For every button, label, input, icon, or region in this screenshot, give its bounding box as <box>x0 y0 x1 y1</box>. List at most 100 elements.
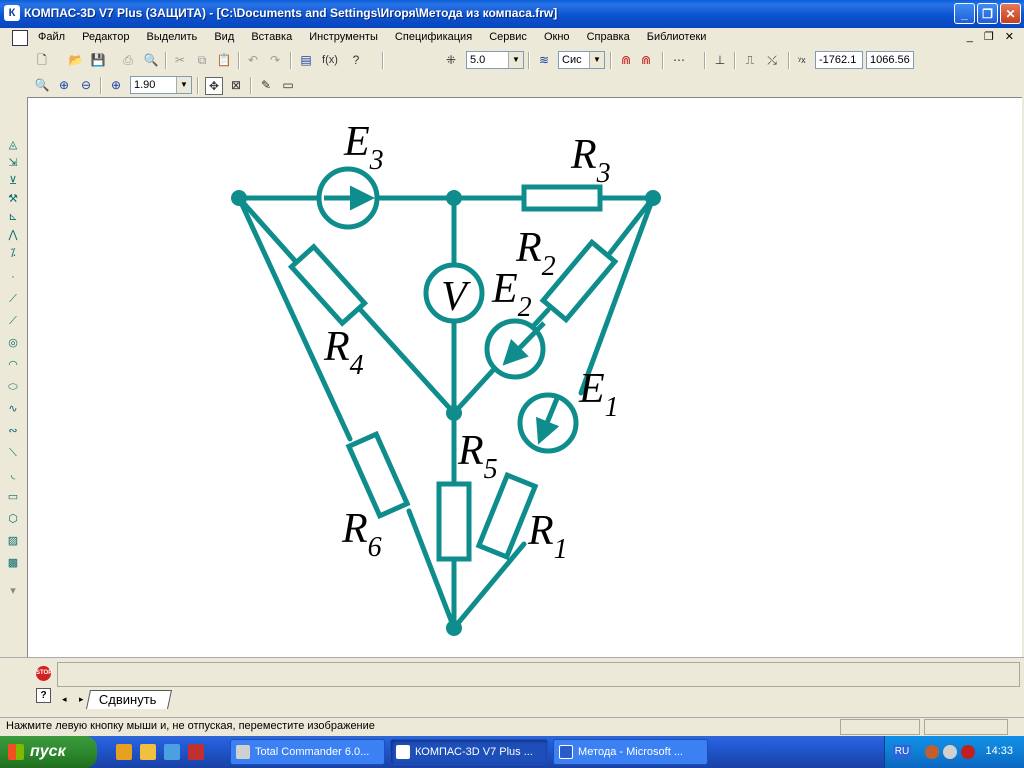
menu-window[interactable]: Окно <box>544 31 570 43</box>
minimize-button[interactable]: _ <box>954 3 975 24</box>
layers-icon[interactable]: ≋ <box>536 52 552 68</box>
new-document-icon[interactable]: 🗋 <box>34 52 50 68</box>
pan-icon[interactable]: ✥ <box>205 77 223 95</box>
symbols-panel-icon[interactable]: ⊻ <box>5 173 21 189</box>
zoom-in-icon[interactable]: ⊕ <box>56 77 72 93</box>
zoom-scale-icon[interactable]: ⊕ <box>108 77 124 93</box>
refresh-icon[interactable]: ✎ <box>258 77 274 93</box>
label-e2: E <box>491 266 518 312</box>
menu-service[interactable]: Сервис <box>489 31 527 43</box>
step-combo[interactable]: 5.0 ▼ <box>466 51 524 69</box>
zoom-combo[interactable]: 1.90 ▼ <box>130 76 192 94</box>
fill-tool-icon[interactable]: ▩ <box>5 555 21 571</box>
geometry-panel-icon[interactable]: ◬ <box>5 137 21 153</box>
tray-app-icon[interactable] <box>961 745 975 759</box>
chevron-down-icon[interactable]: ▼ <box>589 52 604 68</box>
cut-icon[interactable]: ✂ <box>172 52 188 68</box>
document-icon[interactable] <box>12 30 28 46</box>
open-folder-icon[interactable]: 📂 <box>68 52 84 68</box>
magnet-icon[interactable]: ⋒ <box>618 52 634 68</box>
context-help-icon[interactable]: ? <box>348 52 364 68</box>
variables-icon[interactable]: ▤ <box>298 52 314 68</box>
quick-launch-app-icon[interactable] <box>188 744 204 760</box>
edit-panel-icon[interactable]: ⚒ <box>5 191 21 207</box>
hatch-tool-icon[interactable]: ▨ <box>5 533 21 549</box>
measure-panel-icon[interactable]: ⋀ <box>5 227 21 243</box>
zoom-window-icon[interactable]: 🔍 <box>34 77 50 93</box>
chevron-down-icon[interactable]: ▼ <box>176 77 191 93</box>
drawing-canvas[interactable]: E3 R3 R2 E2 V R4 E1 R5 R1 R6 <box>27 97 1022 657</box>
polygon-tool-icon[interactable]: ⬡ <box>5 511 21 527</box>
menu-view[interactable]: Вид <box>214 31 234 43</box>
undo-icon[interactable]: ↶ <box>245 52 261 68</box>
redo-icon[interactable]: ↷ <box>267 52 283 68</box>
point-tool-icon[interactable]: · <box>5 269 21 285</box>
menu-help[interactable]: Справка <box>587 31 630 43</box>
task-kompas[interactable]: КОМПАС-3D V7 Plus ... <box>390 739 548 765</box>
formula-button[interactable]: f(x) <box>318 52 342 68</box>
quick-launch-app-icon[interactable] <box>116 744 132 760</box>
tray-app-icon[interactable] <box>925 745 939 759</box>
help-icon[interactable]: ? <box>36 688 51 703</box>
auxiliary-line-tool-icon[interactable]: ⟋ <box>5 291 21 307</box>
scroll-more-icon[interactable]: ▾ <box>5 583 21 599</box>
ortho-icon[interactable]: ⊥ <box>712 52 728 68</box>
arc-tool-icon[interactable]: ◠ <box>5 357 21 373</box>
start-button[interactable]: пуск <box>0 736 97 768</box>
print-preview-icon[interactable]: 🔍 <box>143 52 159 68</box>
maximize-button[interactable]: ❐ <box>977 3 998 24</box>
grid-icon[interactable]: ⋯ <box>671 52 687 68</box>
coordinate-system-combo[interactable]: Сис ▼ <box>558 51 605 69</box>
magnet-local-icon[interactable]: ⋒ <box>638 52 654 68</box>
menu-tools[interactable]: Инструменты <box>309 31 378 43</box>
ellipse-tool-icon[interactable]: ⬭ <box>5 379 21 395</box>
menu-select[interactable]: Выделить <box>147 31 198 43</box>
coord-y-field[interactable]: 1066.56 <box>866 51 914 69</box>
paste-icon[interactable]: 📋 <box>216 52 232 68</box>
menu-edit[interactable]: Редактор <box>82 31 129 43</box>
toolbar-separator <box>165 52 167 69</box>
show-all-icon[interactable]: ⊠ <box>228 77 244 93</box>
close-button[interactable]: ✕ <box>1000 3 1021 24</box>
bezier-tool-icon[interactable]: ∾ <box>5 423 21 439</box>
parametrization-panel-icon[interactable]: ⊾ <box>5 209 21 225</box>
segment-tool-icon[interactable]: ⟋ <box>5 313 21 329</box>
chevron-down-icon[interactable]: ▼ <box>508 52 523 68</box>
round-coords-icon[interactable]: ⎍ <box>742 52 758 68</box>
continuous-input-tool-icon[interactable]: ∿ <box>5 401 21 417</box>
chamfer-tool-icon[interactable]: ⟍ <box>5 445 21 461</box>
snap-icon[interactable]: ⁜ <box>443 52 459 68</box>
rectangle-tool-icon[interactable]: ▭ <box>5 489 21 505</box>
zoom-out-icon[interactable]: ⊖ <box>78 77 94 93</box>
menu-file[interactable]: Файл <box>38 31 65 43</box>
kompas-icon <box>396 745 410 759</box>
stop-icon[interactable]: STOP <box>36 666 52 681</box>
task-total-commander[interactable]: Total Commander 6.0... <box>230 739 385 765</box>
language-indicator[interactable]: RU <box>893 745 911 759</box>
task-word[interactable]: Метода - Microsoft ... <box>553 739 708 765</box>
local-cs-icon[interactable]: ⤯ <box>764 52 780 68</box>
print-icon[interactable]: ⎙ <box>120 52 136 68</box>
save-icon[interactable]: 💾 <box>90 52 106 68</box>
fillet-tool-icon[interactable]: ◟ <box>5 467 21 483</box>
menu-insert[interactable]: Вставка <box>251 31 292 43</box>
dimensions-panel-icon[interactable]: ⇲ <box>5 155 21 171</box>
wire-r4-lower <box>355 304 457 416</box>
quick-launch-app-icon[interactable] <box>140 744 156 760</box>
tab-scroll-arrows[interactable]: ◂ ▸ <box>62 694 89 705</box>
copy-icon[interactable]: ⧉ <box>194 52 210 68</box>
select-panel-icon[interactable]: ⁒ <box>5 245 21 261</box>
svg-text:E2: E2 <box>491 266 532 323</box>
display-mode-icon[interactable]: ▭ <box>280 77 296 93</box>
menu-specification[interactable]: Спецификация <box>395 31 472 43</box>
label-r4: R <box>323 324 350 370</box>
title-bar[interactable]: К КОМПАС-3D V7 Plus (ЗАЩИТА) - [C:\Docum… <box>0 0 1024 28</box>
coord-x-field[interactable]: -1762.1 <box>815 51 863 69</box>
menu-libraries[interactable]: Библиотеки <box>647 31 707 43</box>
mdi-window-controls[interactable]: _ ❐ ✕ <box>967 30 1018 43</box>
tab-shift[interactable]: Сдвинуть <box>85 690 172 709</box>
tray-app-icon[interactable] <box>943 745 957 759</box>
circle-tool-icon[interactable]: ◎ <box>5 335 21 351</box>
quick-launch-app-icon[interactable] <box>164 744 180 760</box>
kompas-app-icon[interactable]: К <box>4 5 20 21</box>
